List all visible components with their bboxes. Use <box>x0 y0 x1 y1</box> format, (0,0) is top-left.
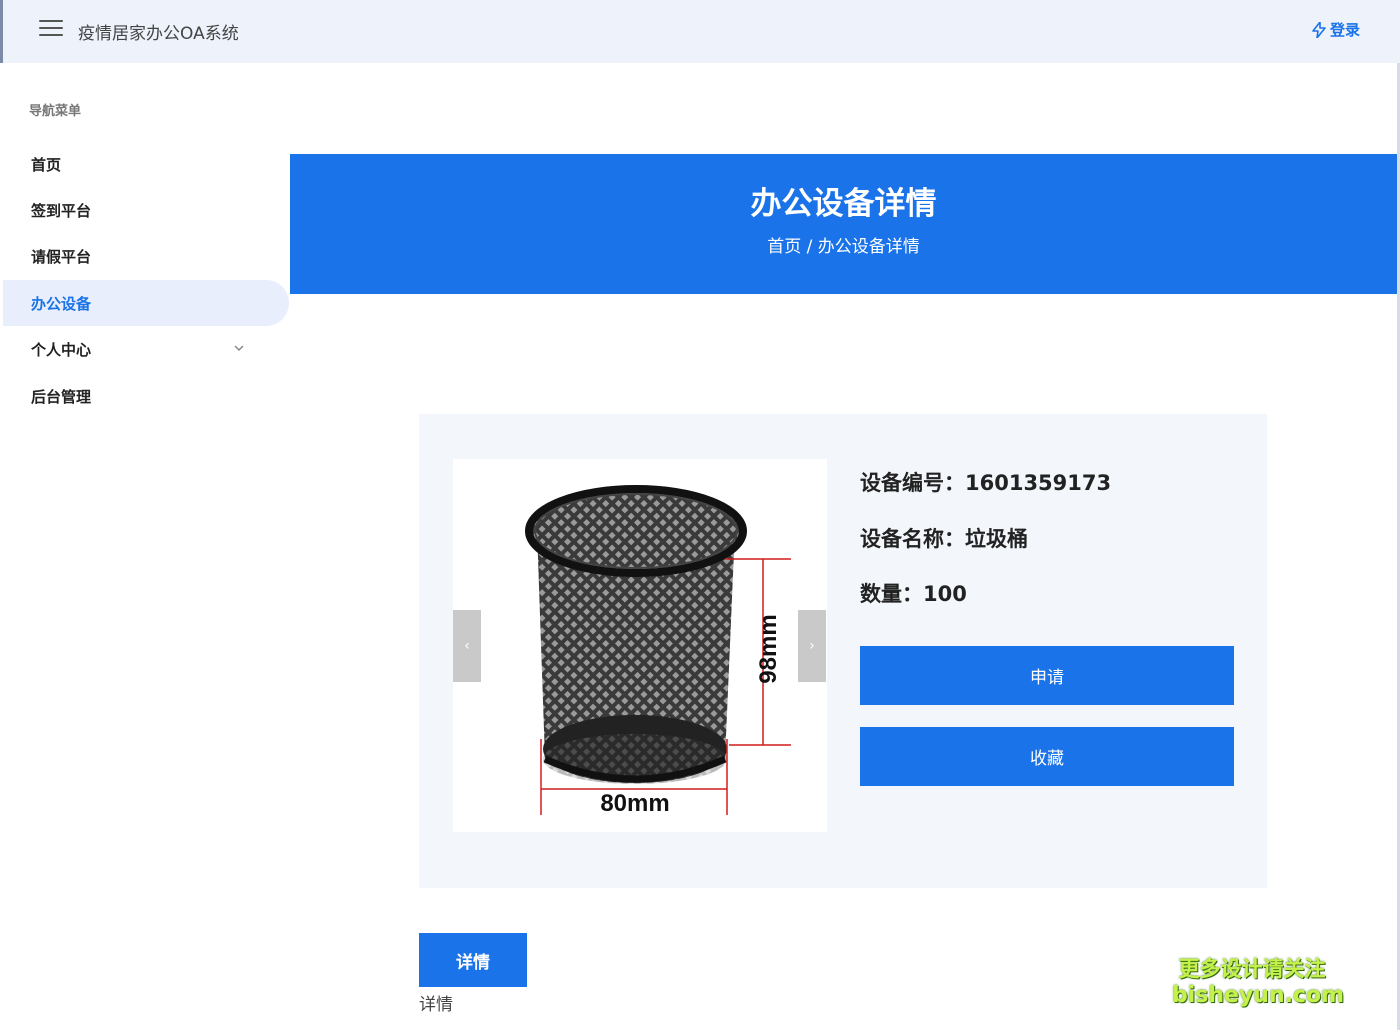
apply-button[interactable]: 申请 <box>860 646 1234 705</box>
sidebar-item-home[interactable]: 首页 <box>3 141 289 187</box>
sidebar-item-checkin[interactable]: 签到平台 <box>3 187 289 233</box>
hero-banner: 办公设备详情 首页 / 办公设备详情 <box>290 154 1397 294</box>
watermark-line2: bisheyun.com <box>1172 983 1345 1008</box>
pen-holder-image: 80mm 98mm <box>525 485 791 817</box>
watermark-line1: 更多设计请关注 <box>1178 957 1326 981</box>
sidebar-item-label: 签到平台 <box>31 201 92 220</box>
sidebar-item-admin[interactable]: 后台管理 <box>3 373 289 419</box>
sidebar-item-label: 首页 <box>31 155 62 174</box>
app-title: 疫情居家办公OA系统 <box>78 24 239 44</box>
sidebar-item-personal-center[interactable]: 个人中心 <box>3 326 289 372</box>
sidebar: 导航菜单 首页 签到平台 请假平台 办公设备 个人中心 后台管理 <box>3 63 291 1030</box>
sidebar-item-label: 后台管理 <box>31 387 92 406</box>
top-bar: 疫情居家办公OA系统 登录 <box>0 0 1400 63</box>
breadcrumb: 首页 / 办公设备详情 <box>767 237 920 257</box>
watermark: 更多设计请关注 bisheyun.com <box>1172 953 1345 1008</box>
equipment-quantity: 数量：100 <box>860 582 967 606</box>
sidebar-item-label: 办公设备 <box>31 294 92 313</box>
page-title: 办公设备详情 <box>750 186 937 222</box>
sidebar-item-label: 个人中心 <box>31 340 92 359</box>
lightning-icon <box>1312 21 1326 38</box>
chevron-left-icon: ‹ <box>464 638 470 654</box>
login-button[interactable]: 登录 <box>1312 19 1360 40</box>
carousel-next-button[interactable]: › <box>798 610 826 682</box>
chevron-right-icon: › <box>809 638 815 654</box>
height-label: 98mm <box>755 614 782 683</box>
width-label: 80mm <box>600 790 669 817</box>
hamburger-menu-icon[interactable] <box>39 20 63 40</box>
nav-header: 导航菜单 <box>29 104 82 119</box>
sidebar-item-leave[interactable]: 请假平台 <box>3 233 289 279</box>
equipment-code: 设备编号：1601359173 <box>860 471 1112 495</box>
detail-content: 详情 <box>419 995 453 1015</box>
login-label: 登录 <box>1329 21 1360 39</box>
tab-detail[interactable]: 详情 <box>419 933 527 987</box>
sidebar-item-office-equipment[interactable]: 办公设备 <box>3 280 289 326</box>
sidebar-item-label: 请假平台 <box>31 247 92 266</box>
equipment-detail-card: 80mm 98mm ‹ › 设备编号：1601359173 设备名称：垃圾桶 数… <box>419 414 1267 888</box>
favorite-button[interactable]: 收藏 <box>860 727 1234 786</box>
chevron-down-icon <box>234 345 244 352</box>
carousel-prev-button[interactable]: ‹ <box>453 610 481 682</box>
equipment-name: 设备名称：垃圾桶 <box>860 527 1028 551</box>
equipment-image: 80mm 98mm <box>453 459 827 832</box>
